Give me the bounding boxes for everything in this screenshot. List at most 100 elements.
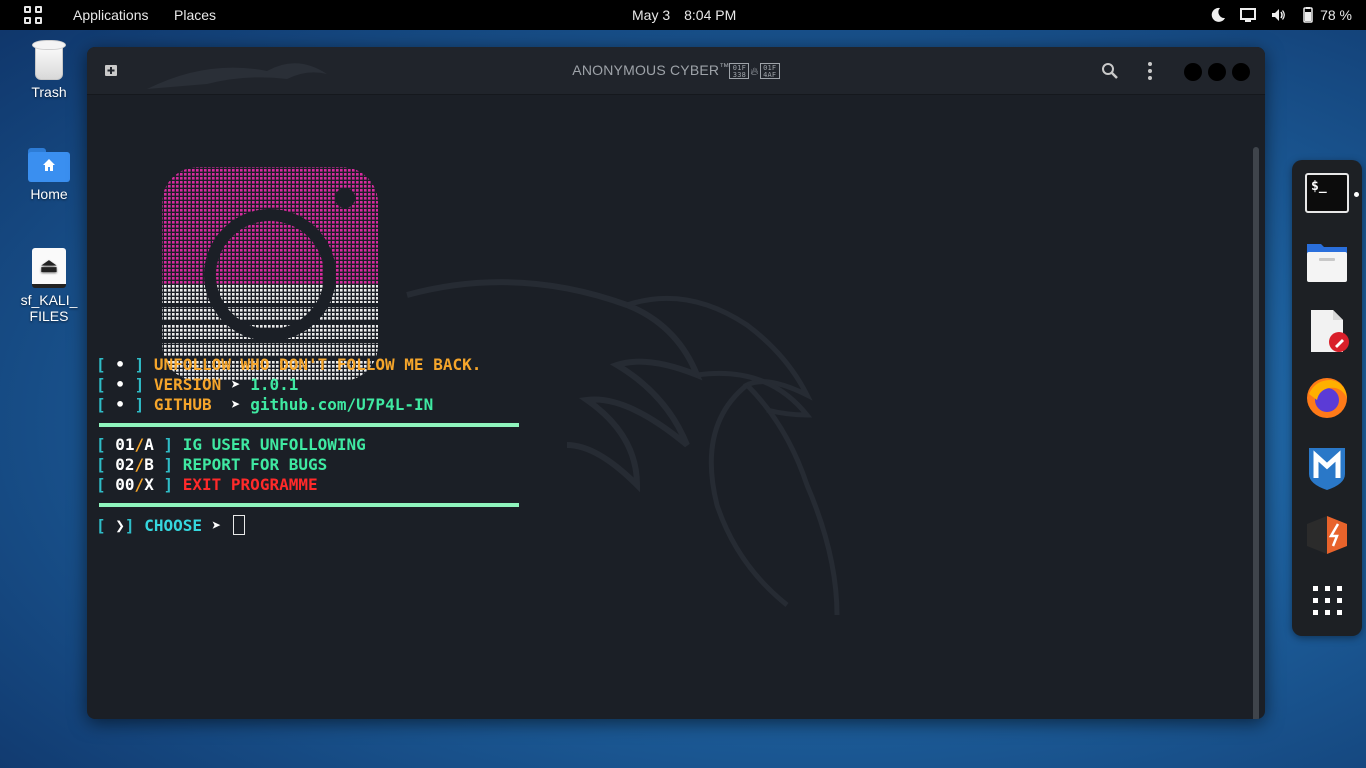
- option-letter: B: [144, 455, 154, 474]
- terminal-icon: $_: [1305, 173, 1349, 213]
- bracket: ]: [163, 435, 174, 454]
- window-title-text: ANONYMOUS CYBER: [572, 62, 720, 78]
- clock-time: 8:04 PM: [684, 7, 737, 23]
- bullet: •: [115, 375, 125, 394]
- firefox-icon: [1307, 378, 1347, 418]
- choose-prompt[interactable]: [ ❯] CHOOSE ➤: [96, 515, 245, 535]
- bracket: [: [96, 516, 106, 535]
- desktop-home-label: Home: [30, 186, 68, 202]
- github-value: github.com/U7P4L-IN: [250, 395, 434, 414]
- missing-glyph-box-2: 01F 4AF: [759, 63, 780, 80]
- missing-glyph-box-1: 01F 338: [729, 63, 750, 80]
- trash-icon: [32, 38, 66, 80]
- dock: $_: [1292, 160, 1362, 636]
- bracket: ]: [163, 475, 174, 494]
- menu-icon[interactable]: [1145, 62, 1155, 80]
- bracket: ]: [134, 395, 145, 414]
- search-icon[interactable]: [1101, 62, 1119, 80]
- kali-dragon-watermark-icon: [406, 279, 840, 616]
- bullet: •: [115, 355, 125, 374]
- dock-files[interactable]: [1305, 242, 1349, 286]
- desktop-trash-label: Trash: [31, 84, 67, 100]
- desktop-home[interactable]: Home: [14, 148, 84, 202]
- applications-menu[interactable]: Applications: [73, 7, 149, 23]
- choose-label: CHOOSE: [144, 516, 202, 535]
- arrow-icon: ➤: [230, 375, 241, 394]
- battery-percentage: 78 %: [1320, 7, 1352, 23]
- drive-label-line2: FILES: [29, 308, 69, 324]
- option-number: 02: [115, 455, 135, 474]
- option-label: IG USER UNFOLLOWING: [182, 435, 366, 454]
- volume-icon[interactable]: [1270, 7, 1286, 23]
- clock-date: May 3: [632, 7, 671, 23]
- option-number: 01: [115, 435, 135, 454]
- option-exit: [ 00/X ] EXIT PROGRAMME: [96, 475, 318, 494]
- window-titlebar[interactable]: ANONYMOUS CYBER™ 01F 338 🔥︎ 01F 4AF: [87, 47, 1265, 95]
- glyph2-bottom: 4AF: [763, 71, 777, 80]
- terminal-window: ANONYMOUS CYBER™ 01F 338 🔥︎ 01F 4AF [• …: [87, 47, 1265, 719]
- burpsuite-icon: [1307, 516, 1347, 554]
- battery-icon[interactable]: [1300, 7, 1316, 23]
- close-button[interactable]: [1232, 63, 1250, 81]
- maximize-button[interactable]: [1208, 63, 1226, 81]
- dock-terminal[interactable]: $_: [1305, 173, 1349, 217]
- info-line-title: [ • ] UNFOLLOW WHO DON'T FOLLOW ME BACK.: [96, 355, 481, 375]
- desktop-trash[interactable]: Trash: [14, 38, 84, 100]
- bracket: [: [96, 455, 106, 474]
- option-unfollow: [ 01/A ] IG USER UNFOLLOWING: [96, 435, 366, 454]
- drive-label-line1: sf_KALI_: [20, 292, 78, 308]
- desktop-shared-drive[interactable]: ⏏ sf_KALI_ FILES: [14, 248, 84, 324]
- option-label: EXIT PROGRAMME: [182, 475, 318, 494]
- top-panel: Applications Places May 3 8:04 PM 78 %: [0, 0, 1366, 30]
- dock-show-apps[interactable]: [1305, 580, 1349, 624]
- minimize-button[interactable]: [1184, 63, 1202, 81]
- dock-text-editor[interactable]: [1305, 308, 1349, 352]
- version-value: 1.0.1: [250, 375, 299, 394]
- flame-icon: 🔥︎: [750, 66, 759, 78]
- text-cursor[interactable]: [232, 515, 245, 535]
- apps-grid-icon[interactable]: [24, 6, 42, 24]
- option-letter: A: [144, 435, 154, 454]
- running-indicator: [1354, 192, 1359, 197]
- places-menu[interactable]: Places: [174, 7, 216, 23]
- glyph1-bottom: 338: [732, 71, 747, 80]
- night-mode-icon[interactable]: [1210, 7, 1226, 23]
- bracket: [: [96, 375, 106, 394]
- prompt-chevron-icon: ❯: [115, 516, 125, 535]
- bracket: [: [96, 435, 106, 454]
- option-label: REPORT FOR BUGS: [182, 455, 328, 474]
- files-icon: [1307, 244, 1347, 282]
- metasploit-icon: [1309, 448, 1345, 490]
- tool-description: UNFOLLOW WHO DON'T FOLLOW ME BACK.: [153, 355, 482, 374]
- dock-metasploit[interactable]: [1305, 444, 1349, 490]
- option-letter: X: [144, 475, 154, 494]
- bullet: •: [115, 395, 125, 414]
- instagram-logo-art: [160, 167, 380, 381]
- dock-burpsuite[interactable]: [1305, 514, 1349, 558]
- bracket: ]: [134, 355, 145, 374]
- bracket: [: [96, 395, 106, 414]
- bracket: ]: [163, 455, 174, 474]
- arrow-icon: ➤: [211, 516, 222, 535]
- text-editor-icon: [1311, 310, 1349, 352]
- bracket: [: [96, 355, 106, 374]
- home-folder-icon: [28, 148, 70, 182]
- divider-line: [99, 503, 519, 507]
- option-report-bugs: [ 02/B ] REPORT FOR BUGS: [96, 455, 328, 474]
- dock-firefox[interactable]: [1305, 376, 1349, 420]
- github-label: GITHUB: [153, 395, 222, 414]
- scrollbar[interactable]: [1253, 147, 1259, 719]
- bracket: ]: [134, 375, 145, 394]
- bracket: [: [96, 475, 106, 494]
- display-icon[interactable]: [1240, 7, 1257, 23]
- arrow-icon: ➤: [230, 395, 241, 414]
- version-label: VERSION: [153, 375, 222, 394]
- info-line-version: [ • ] VERSION ➤ 1.0.1: [96, 375, 298, 395]
- window-title: ANONYMOUS CYBER™ 01F 338 🔥︎ 01F 4AF: [87, 62, 1265, 80]
- info-line-github: [ • ] GITHUB ➤ github.com/U7P4L-IN: [96, 395, 433, 415]
- option-number: 00: [115, 475, 135, 494]
- terminal-content[interactable]: [ • ] UNFOLLOW WHO DON'T FOLLOW ME BACK.…: [87, 95, 1265, 719]
- eject-drive-icon: ⏏: [32, 248, 66, 288]
- clock[interactable]: May 3 8:04 PM: [632, 7, 736, 23]
- show-apps-grid-icon: [1313, 586, 1342, 615]
